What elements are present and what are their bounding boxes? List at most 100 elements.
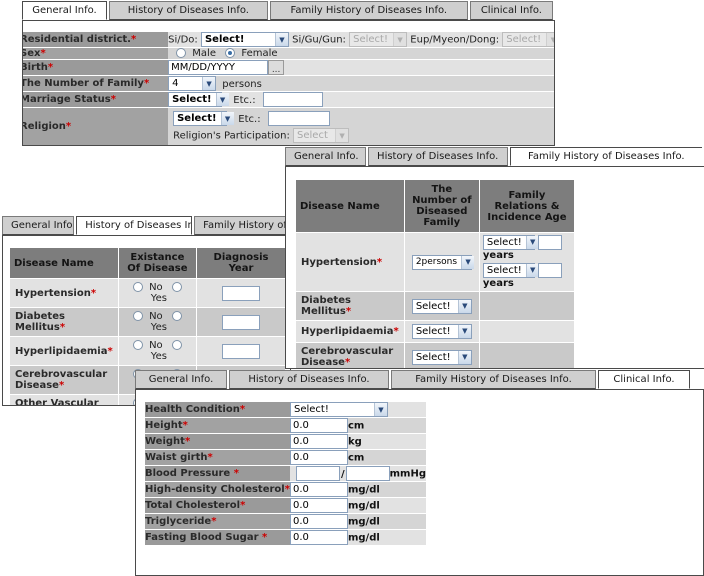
column-header-number-of-diseased-family: The Number of Diseased Family [403, 179, 480, 233]
panel-clinical-info: Health Condition* Select! ▼ Height* 0.0 … [135, 390, 704, 576]
input-incidence-age[interactable] [538, 263, 563, 278]
input-diastolic-blood-pressure[interactable] [345, 466, 390, 481]
label-yes: Yes [150, 293, 167, 304]
tab-general-info[interactable]: General Info. [22, 1, 107, 20]
label-text: Waist girth [145, 452, 208, 463]
select-number-of-family[interactable]: 4 ▼ [168, 76, 217, 91]
tab-family-history-of-diseases[interactable]: Family History of Diseases Info. [269, 1, 468, 20]
label-health-condition: Health Condition* [145, 402, 290, 418]
label-waist-unit: cm [347, 452, 365, 464]
radio-yes[interactable] [171, 340, 182, 350]
table-row: Cerebrovascular Disease* Select! ▼ [295, 342, 576, 368]
cell-disease-name: Hypertension* [295, 232, 405, 292]
label-blood-pressure: Blood Pressure * [145, 465, 290, 482]
input-high-density-cholesterol[interactable]: 0.0 [289, 482, 348, 497]
cell-diagnosis-year [196, 307, 286, 337]
field-sex: Male Female [168, 47, 554, 60]
select-count-value: 2persons [415, 256, 458, 267]
tab-general-info[interactable]: General Info. [2, 216, 75, 235]
required-marker: * [211, 516, 217, 527]
select-family-relation[interactable]: Select! ▼ [482, 235, 539, 250]
select-relation-value: Select! [486, 237, 522, 248]
radio-yes[interactable] [171, 282, 182, 292]
select-diseased-family-count[interactable]: 2persons ▼ [411, 254, 475, 270]
radio-no[interactable] [132, 282, 143, 292]
row-triglyceride: Triglyceride* 0.0 mg/dl [145, 513, 426, 530]
chevron-down-icon: ▼ [525, 236, 539, 249]
select-marriage-value: Select! [172, 94, 212, 105]
tab-family-history-of-diseases[interactable]: Family History of Diseases Info. [194, 216, 289, 235]
chevron-down-icon: ▼ [525, 264, 539, 277]
tab-history-of-diseases[interactable]: History of Diseases Info. [76, 216, 193, 235]
label-yes: Yes [150, 322, 167, 333]
label-marriage-etc: Etc.: [233, 94, 256, 106]
label-waist-girth: Waist girth* [145, 449, 290, 466]
select-religion[interactable]: Select! ▼ [173, 111, 234, 126]
select-diseased-family-count[interactable]: Select! ▼ [411, 298, 472, 314]
radio-sex-female[interactable] [225, 48, 236, 58]
select-eup-myeon-dong[interactable]: Select! ▼ [502, 32, 554, 47]
input-incidence-age[interactable] [538, 235, 563, 250]
tab-general-info[interactable]: General Info. [135, 370, 227, 389]
required-marker: * [65, 121, 72, 132]
select-marriage-status[interactable]: Select! ▼ [168, 92, 229, 107]
select-eup-value: Select! [506, 34, 542, 45]
clinical-info-form: Health Condition* Select! ▼ Height* 0.0 … [145, 402, 426, 546]
radio-sex-male[interactable] [176, 48, 187, 58]
cell-diagnosis-year [196, 278, 286, 308]
input-diagnosis-year[interactable] [222, 343, 260, 359]
field-triglyceride: 0.0 mg/dl [289, 513, 426, 530]
input-religion-etc[interactable] [267, 111, 330, 126]
radio-no[interactable] [132, 311, 143, 321]
label-job: Job* [22, 146, 168, 147]
disease-name-text: Other Vascular Diseases [15, 398, 99, 406]
required-marker: * [240, 500, 246, 511]
radio-no[interactable] [132, 340, 143, 350]
tab-general-info[interactable]: General Info. [285, 147, 366, 166]
tab-clinical-info[interactable]: Clinical Info. [469, 1, 554, 20]
input-triglyceride[interactable]: 0.0 [289, 514, 348, 529]
input-systolic-blood-pressure[interactable] [295, 466, 340, 481]
tab-history-of-diseases[interactable]: History of Diseases Info. [229, 370, 389, 389]
select-religion-participation[interactable]: Select ▼ [293, 128, 350, 143]
input-birth[interactable]: MM/DD/YYYY [168, 60, 269, 75]
field-high-density-cholesterol: 0.0 mg/dl [289, 481, 426, 498]
select-sigugun[interactable]: Select! ▼ [349, 32, 408, 47]
row-blood-pressure: Blood Pressure * / mmHg [145, 465, 426, 482]
label-text: Birth [22, 62, 48, 73]
tab-family-history-of-diseases[interactable]: Family History of Diseases Info. [509, 147, 702, 166]
label-weight-unit: kg [347, 436, 362, 448]
input-diagnosis-year[interactable] [222, 285, 260, 301]
tab-history-of-diseases[interactable]: History of Diseases Info. [367, 147, 508, 166]
cell-diseased-family-count: Select! ▼ [403, 320, 480, 343]
chevron-down-icon: ▼ [457, 299, 471, 313]
select-sido[interactable]: Select! ▼ [200, 32, 289, 47]
date-picker-button[interactable]: ... [268, 60, 285, 75]
select-diseased-family-count[interactable]: Select! ▼ [411, 324, 472, 339]
input-waist-girth[interactable]: 0.0 [289, 450, 348, 465]
panel-general-info: Residential district.* Si/Do: Select! ▼ … [22, 21, 555, 146]
label-text: Religion [22, 121, 66, 132]
label-total-cholesterol: Total Cholesterol* [145, 497, 290, 514]
radio-yes[interactable] [171, 311, 182, 321]
input-height[interactable]: 0.0 [289, 418, 348, 433]
input-total-cholesterol[interactable]: 0.0 [289, 498, 348, 513]
input-fasting-blood-sugar[interactable]: 0.0 [289, 530, 348, 545]
tab-history-of-diseases[interactable]: History of Diseases Info. [108, 1, 268, 20]
select-diseased-family-count[interactable]: Select! ▼ [411, 349, 472, 365]
panel-family-history-of-diseases: Disease Name The Number of Diseased Fami… [285, 167, 704, 369]
column-header-disease-name: Disease Name [295, 179, 405, 233]
input-diagnosis-year[interactable] [222, 314, 260, 330]
table-row: Diabetes Mellitus* No Yes [9, 307, 286, 337]
input-marriage-etc[interactable] [262, 92, 323, 107]
select-family-relation[interactable]: Select! ▼ [482, 263, 539, 278]
column-header-diagnosis-year: Diagnosis Year [196, 247, 286, 279]
select-family-value: 4 [172, 78, 179, 89]
label-text: Marriage Status [22, 94, 111, 105]
select-health-condition[interactable]: Select! ▼ [289, 402, 388, 417]
tab-family-history-of-diseases[interactable]: Family History of Diseases Info. [391, 370, 596, 389]
window-clinical-info: General Info. History of Diseases Info. … [135, 370, 704, 576]
required-marker: * [110, 94, 116, 105]
tab-clinical-info[interactable]: Clinical Info. [598, 370, 690, 389]
input-weight[interactable]: 0.0 [289, 434, 348, 449]
